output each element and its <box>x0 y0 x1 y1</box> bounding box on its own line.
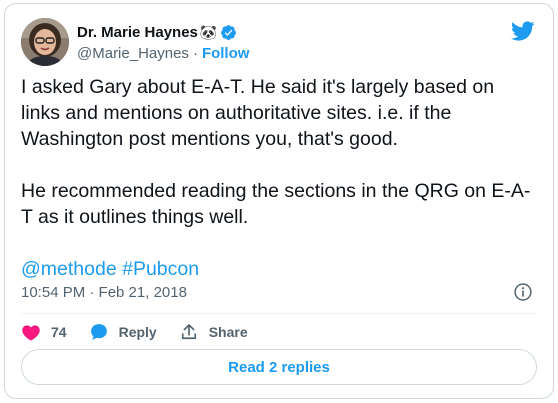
tweet-body: I asked Gary about E-A-T. He said it's l… <box>21 76 531 228</box>
mention-link[interactable]: @methode <box>21 258 117 280</box>
author-handle[interactable]: @Marie_Haynes <box>77 45 189 62</box>
reply-button[interactable]: Reply <box>89 322 157 342</box>
tweet-card: Dr. Marie Haynes 🐼 @Marie_Haynes · Follo… <box>4 3 554 399</box>
twitter-bird-icon[interactable] <box>510 20 535 42</box>
share-icon <box>181 324 196 340</box>
share-label: Share <box>208 324 248 340</box>
action-bar: 74 Reply Share <box>21 319 270 345</box>
hashtag-link[interactable]: #Pubcon <box>122 258 199 280</box>
tweet-header: Dr. Marie Haynes 🐼 @Marie_Haynes · Follo… <box>21 18 539 70</box>
separator-dot: · <box>192 44 198 62</box>
reply-icon <box>90 324 107 340</box>
verified-badge-icon <box>220 24 237 41</box>
tweet-timestamp[interactable]: 10:54 PM · Feb 21, 2018 <box>21 284 187 301</box>
follow-button[interactable]: Follow <box>202 45 250 62</box>
like-button[interactable]: 74 <box>21 323 67 341</box>
like-count: 74 <box>51 324 67 340</box>
info-icon[interactable] <box>513 282 533 302</box>
avatar[interactable] <box>21 18 69 66</box>
read-replies-button[interactable]: Read 2 replies <box>21 349 537 385</box>
panda-emoji: 🐼 <box>199 24 218 40</box>
author-info: Dr. Marie Haynes 🐼 @Marie_Haynes · Follo… <box>77 22 249 63</box>
tweet-meta: 10:54 PM · Feb 21, 2018 <box>21 281 537 303</box>
read-replies-label: Read 2 replies <box>228 358 330 376</box>
reply-label: Reply <box>118 324 157 340</box>
author-display-name[interactable]: Dr. Marie Haynes <box>77 24 198 41</box>
tweet-text: I asked Gary about E-A-T. He said it's l… <box>21 74 533 282</box>
heart-icon <box>22 325 40 341</box>
share-button[interactable]: Share <box>179 322 248 342</box>
divider <box>21 313 537 314</box>
